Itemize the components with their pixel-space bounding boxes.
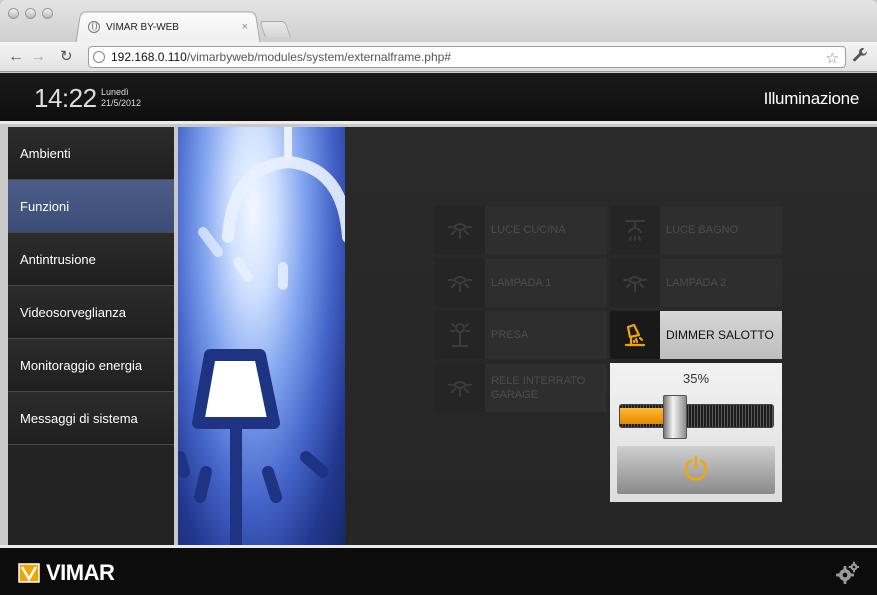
sidebar-item-ambienti[interactable]: Ambienti bbox=[8, 127, 174, 180]
zoom-window-button[interactable] bbox=[42, 8, 53, 19]
power-icon bbox=[681, 453, 711, 488]
browser-tab-bar: VIMAR BY-WEB × bbox=[0, 0, 877, 43]
sidebar-item-antintrusione[interactable]: Antintrusione bbox=[8, 233, 174, 286]
device-tile-active[interactable]: DIMMER SALOTTO bbox=[610, 311, 782, 359]
device-tile[interactable]: RELE INTERRATO GARAGE bbox=[435, 364, 607, 412]
device-label: LUCE CUCINA bbox=[491, 224, 566, 236]
tab-title: VIMAR BY-WEB bbox=[106, 21, 179, 33]
new-tab-button[interactable] bbox=[259, 21, 291, 37]
page-icon bbox=[93, 51, 105, 63]
close-window-button[interactable] bbox=[8, 8, 19, 19]
close-tab-icon[interactable]: × bbox=[242, 21, 248, 33]
reload-icon[interactable]: ↻ bbox=[60, 48, 73, 66]
back-arrow-icon[interactable]: ← bbox=[8, 48, 24, 66]
device-tile[interactable]: LAMPADA 2 bbox=[610, 259, 782, 307]
lighting-illustration bbox=[178, 127, 345, 545]
address-bar[interactable]: 192.168.0.110/vimarbyweb/modules/system/… bbox=[88, 46, 846, 68]
app-header: 14:22 Lunedì 21/5/2012 Illuminazione bbox=[0, 73, 877, 124]
device-tile[interactable]: LAMPADA 1 bbox=[435, 259, 607, 307]
date-block: Lunedì 21/5/2012 bbox=[101, 87, 141, 109]
power-button[interactable] bbox=[617, 446, 775, 494]
sidebar-item-videosorveglianza[interactable]: Videosorveglianza bbox=[8, 286, 174, 339]
bulb-icon bbox=[435, 259, 485, 307]
dimmer-lamp-icon bbox=[610, 311, 660, 359]
date: 21/5/2012 bbox=[101, 98, 142, 108]
app-footer: VIMAR bbox=[0, 545, 877, 595]
device-label: LAMPADA 2 bbox=[666, 277, 727, 289]
device-label: DIMMER SALOTTO bbox=[666, 328, 774, 342]
bulb-icon bbox=[435, 206, 485, 254]
dimmer-slider-thumb[interactable] bbox=[663, 395, 687, 439]
bulb-icon bbox=[610, 259, 660, 307]
sidebar-nav: Ambienti Funzioni Antintrusione Videosor… bbox=[8, 127, 174, 545]
url-domain: 192.168.0.110 bbox=[111, 50, 187, 64]
device-tile[interactable]: LUCE BAGNO bbox=[610, 206, 782, 254]
dimmer-slider[interactable] bbox=[619, 395, 774, 439]
socket-lamp-icon bbox=[435, 311, 485, 359]
window-controls bbox=[8, 8, 53, 19]
device-label: PRESA bbox=[491, 329, 529, 341]
browser-tab-content[interactable]: VIMAR BY-WEB × bbox=[88, 16, 256, 38]
sidebar-item-funzioni[interactable]: Funzioni bbox=[8, 180, 174, 233]
device-label: RELE INTERRATO GARAGE bbox=[491, 375, 586, 401]
gear-icon[interactable] bbox=[835, 561, 860, 590]
sidebar-item-messaggi-di-sistema[interactable]: Messaggi di sistema bbox=[8, 392, 174, 445]
device-label: LAMPADA 1 bbox=[491, 277, 552, 289]
forward-arrow-icon[interactable]: → bbox=[30, 48, 46, 66]
vimar-logo: VIMAR bbox=[18, 560, 115, 586]
url-path: /vimarbyweb/modules/system/externalframe… bbox=[186, 50, 451, 64]
sidebar-item-monitoraggio-energia[interactable]: Monitoraggio energia bbox=[8, 339, 174, 392]
vimar-logo-icon bbox=[18, 563, 40, 583]
device-tile[interactable]: LUCE CUCINA bbox=[435, 206, 607, 254]
page-title: Illuminazione bbox=[763, 89, 860, 108]
browser-toolbar: ← → ↻ 192.168.0.110/vimarbyweb/modules/s… bbox=[0, 42, 877, 72]
clock-time: 14:22 bbox=[34, 83, 97, 113]
bookmark-star-icon[interactable]: ☆ bbox=[826, 49, 839, 67]
device-tile[interactable]: PRESA bbox=[435, 311, 607, 359]
dimmer-value: 35% bbox=[682, 371, 710, 386]
ceiling-light-icon bbox=[610, 206, 660, 254]
dimmer-slider-fill bbox=[620, 408, 665, 424]
dimmer-control: 35% bbox=[610, 363, 782, 502]
globe-icon bbox=[88, 21, 100, 33]
device-panel: LUCE CUCINA LUCE BAGNO LAMPADA 1 LAMPADA… bbox=[345, 127, 877, 545]
wrench-icon[interactable] bbox=[852, 47, 868, 68]
weekday: Lunedì bbox=[101, 87, 129, 97]
brand-name: VIMAR bbox=[46, 560, 115, 585]
minimize-window-button[interactable] bbox=[25, 8, 36, 19]
device-label: LUCE BAGNO bbox=[666, 224, 739, 236]
bulb-icon bbox=[435, 364, 485, 412]
